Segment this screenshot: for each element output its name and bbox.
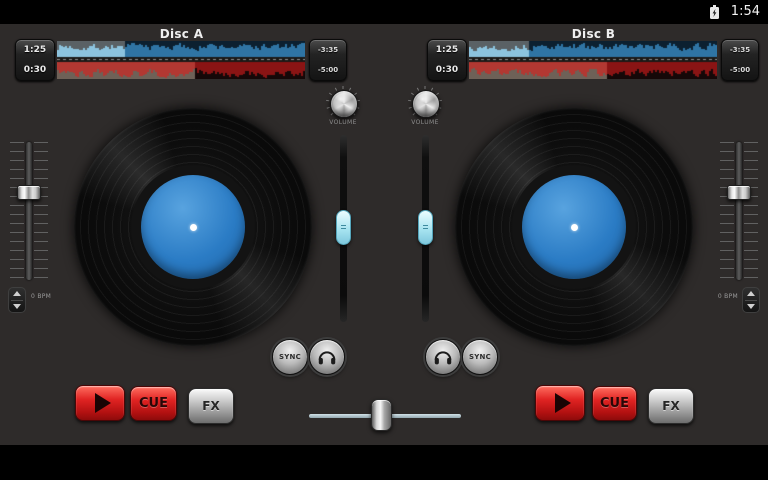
sync-label: SYNC: [279, 353, 301, 361]
volume-knob-label: VOLUME: [318, 119, 368, 126]
deck-b-elapsed-time-display[interactable]: 1:25 0:30: [427, 39, 467, 81]
record-label: [522, 175, 626, 279]
sync-label: SYNC: [469, 353, 491, 361]
deck-a-headphone-cue-button[interactable]: [309, 339, 345, 375]
deck-b-fx-button[interactable]: FX: [648, 388, 694, 424]
divider: [745, 300, 757, 301]
deck-a-play-button[interactable]: [75, 385, 125, 421]
cue-label: CUE: [139, 396, 168, 411]
deck-b-pitch-slider-track[interactable]: [736, 142, 742, 280]
deck-a-fx-button[interactable]: FX: [188, 388, 234, 424]
deck-a-pitch-bend-button[interactable]: [8, 287, 26, 313]
divider: [11, 300, 23, 301]
deck-a-pitch-slider-track[interactable]: [26, 142, 32, 280]
android-navigation-bar: [0, 445, 768, 480]
play-icon: [95, 393, 111, 413]
deck-b-bpm-readout: 0 BPM: [704, 293, 738, 300]
fx-label: FX: [202, 399, 219, 413]
pitch-tick-marks: [10, 142, 24, 280]
deck-a-turntable[interactable]: [74, 108, 312, 346]
battery-charging-icon: [706, 4, 722, 20]
deck-a-pitch-slider-handle[interactable]: [17, 185, 41, 200]
cue-label: CUE: [600, 396, 629, 411]
spindle-dot: [571, 224, 578, 231]
volume-knob-label: VOLUME: [400, 119, 450, 126]
down-arrow-icon: [13, 304, 21, 309]
up-arrow-icon: [13, 291, 21, 296]
deck-b-sync-button[interactable]: SYNC: [462, 339, 498, 375]
deck-a-volume-knob[interactable]: [330, 90, 358, 118]
pitch-tick-marks: [34, 142, 48, 280]
play-icon: [555, 393, 571, 413]
deck-a-title: Disc A: [15, 27, 348, 41]
deck-a-remaining-time-display[interactable]: -3:35 -5:00: [309, 39, 347, 81]
deck-a-volume-fader-handle[interactable]: [336, 210, 351, 245]
elapsed-time-cue: 0:30: [24, 65, 46, 75]
spindle-dot: [190, 224, 197, 231]
deck-b-volume-knob[interactable]: [412, 90, 440, 118]
elapsed-time-main: 1:25: [24, 45, 46, 55]
headphones-icon: [432, 346, 454, 368]
status-bar: 1:54: [0, 0, 768, 24]
remaining-time-main: -3:35: [730, 46, 750, 54]
deck-a-cue-button[interactable]: CUE: [130, 386, 177, 421]
deck-b-pitch-slider-handle[interactable]: [727, 185, 751, 200]
down-arrow-icon: [747, 304, 755, 309]
headphones-icon: [316, 346, 338, 368]
deck-b-waveform[interactable]: [469, 41, 717, 79]
deck-a-elapsed-time-display[interactable]: 1:25 0:30: [15, 39, 55, 81]
remaining-time-cue: -5:00: [318, 66, 338, 74]
crossfader-handle[interactable]: [371, 399, 392, 431]
remaining-time-main: -3:35: [318, 46, 338, 54]
deck-b-headphone-cue-button[interactable]: [425, 339, 461, 375]
deck-b-play-button[interactable]: [535, 385, 585, 421]
deck-b-volume-fader-handle[interactable]: [418, 210, 433, 245]
pitch-tick-marks: [744, 142, 758, 280]
deck-b-turntable[interactable]: [455, 108, 693, 346]
deck-a-sync-button[interactable]: SYNC: [272, 339, 308, 375]
deck-b-cue-button[interactable]: CUE: [592, 386, 637, 421]
remaining-time-cue: -5:00: [730, 66, 750, 74]
record-label: [141, 175, 245, 279]
deck-a-bpm-readout: 0 BPM: [31, 293, 51, 300]
dj-app-screen: 1:54 Disc A 1:25 0:30 -3:35 -5:00 VOLUME…: [0, 0, 768, 480]
deck-b-title: Disc B: [427, 27, 760, 41]
deck-b-pitch-bend-button[interactable]: [742, 287, 760, 313]
up-arrow-icon: [747, 291, 755, 296]
clock-time: 1:54: [731, 4, 760, 19]
elapsed-time-main: 1:25: [436, 45, 458, 55]
deck-a-waveform[interactable]: [57, 41, 305, 79]
fx-label: FX: [662, 399, 679, 413]
deck-b-remaining-time-display[interactable]: -3:35 -5:00: [721, 39, 759, 81]
pitch-tick-marks: [720, 142, 734, 280]
elapsed-time-cue: 0:30: [436, 65, 458, 75]
